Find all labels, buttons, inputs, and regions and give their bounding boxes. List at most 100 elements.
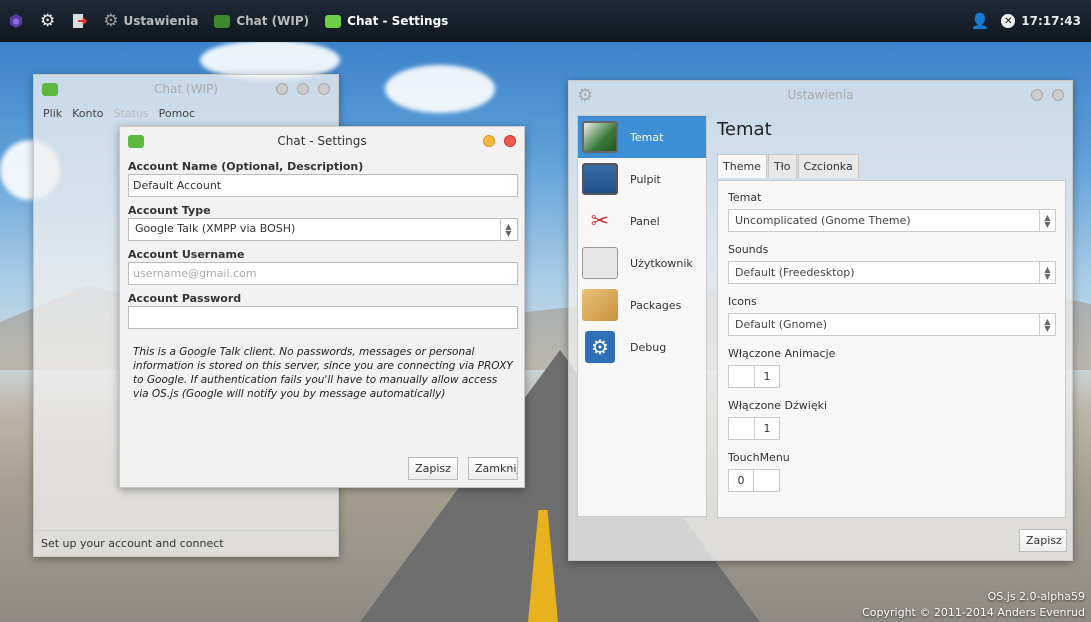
sidebar-item-label: Temat (630, 130, 664, 144)
sidebar-item-packages[interactable]: Packages (578, 284, 706, 326)
menu-status[interactable]: Status (114, 107, 149, 120)
window-titlebar[interactable]: Chat (WIP) (34, 75, 338, 103)
copyright-text: Copyright © 2011-2014 Anders Evenrud (862, 606, 1085, 619)
account-name-input[interactable] (128, 174, 518, 197)
account-type-label: Account Type (128, 204, 211, 217)
animations-label: Włączone Animacje (728, 347, 836, 360)
select-arrows-icon: ▲ ▼ (1039, 314, 1055, 335)
sidebar-item-label: Packages (630, 298, 682, 312)
icons-select[interactable]: Default (Gnome) ▲ ▼ (728, 313, 1056, 336)
window-title: Ustawienia (787, 88, 854, 102)
debug-icon: ⚙ (585, 331, 615, 363)
clock[interactable]: 17:17:43 (1021, 14, 1081, 28)
minimize-button[interactable] (483, 135, 495, 147)
close-circle-icon[interactable]: ✕ (1001, 14, 1016, 28)
theme-icon (582, 121, 618, 153)
tab-theme[interactable]: Theme (717, 154, 767, 178)
taskbar-label: Chat - Settings (347, 14, 449, 28)
info-text: This is a Google Talk client. No passwor… (133, 346, 513, 400)
theme-select[interactable]: Uncomplicated (Gnome Theme) ▲ ▼ (728, 209, 1056, 232)
theme-tab-panel: Temat Uncomplicated (Gnome Theme) ▲ ▼ Sou… (717, 180, 1066, 518)
window-title: Chat - Settings (277, 134, 367, 148)
sidebar-item-uzytkownik[interactable]: Użytkownik (578, 242, 706, 284)
account-name-label: Account Name (Optional, Description) (128, 160, 364, 173)
minimize-button[interactable] (276, 83, 288, 95)
taskbar-label: Chat (WIP) (236, 14, 310, 28)
osjs-logo-icon (10, 14, 22, 28)
toggle-off-side (729, 418, 754, 439)
taskbar-item-ustawienia[interactable]: ⚙ Ustawienia (95, 0, 206, 42)
sounds-select[interactable]: Default (Freedesktop) ▲ ▼ (728, 261, 1056, 284)
toggle-value: 1 (753, 418, 779, 439)
sidebar-item-pulpit[interactable]: Pulpit (578, 158, 706, 200)
panel-icon: ✂ (590, 208, 610, 234)
password-label: Account Password (128, 292, 242, 305)
chat-icon (214, 14, 231, 28)
user-icon[interactable]: 👤 (971, 12, 990, 30)
settings-window[interactable]: ⚙ Ustawienia Temat Pulpit ✂ Panel Użytko… (568, 80, 1073, 561)
logout-icon (73, 14, 88, 28)
chat-icon (128, 134, 144, 148)
window-titlebar[interactable]: ⚙ Ustawienia (569, 81, 1072, 109)
version-text: OS.js 2.0-alpha59 (987, 590, 1085, 603)
account-type-value: Google Talk (XMPP via BOSH) (128, 218, 518, 241)
save-button[interactable]: Zapisz (408, 457, 458, 480)
toggle-value: 0 (729, 470, 755, 491)
minimize-button[interactable] (1031, 89, 1043, 101)
menu-konto[interactable]: Konto (72, 107, 103, 120)
taskbar-item-chat-wip[interactable]: Chat (WIP) (206, 0, 317, 42)
sounds-enabled-toggle[interactable]: 1 (728, 417, 780, 440)
settings-launcher[interactable]: ⚙ (32, 0, 63, 42)
user-icon (582, 247, 618, 279)
page-title: Temat (717, 119, 772, 140)
sidebar-item-temat[interactable]: Temat (578, 116, 706, 158)
animations-toggle[interactable]: 1 (728, 365, 780, 388)
account-type-select[interactable]: Google Talk (XMPP via BOSH) ▲ ▼ (128, 218, 518, 241)
account-form: Account Name (Optional, Description) Acc… (120, 155, 524, 405)
settings-sidebar: Temat Pulpit ✂ Panel Użytkownik Packages… (577, 115, 707, 517)
sidebar-item-label: Pulpit (630, 172, 661, 186)
sounds-select-value: Default (Freedesktop) (735, 266, 855, 279)
gear-icon: ⚙ (40, 11, 56, 31)
window-titlebar[interactable]: Chat - Settings (120, 127, 524, 155)
sounds-label: Sounds (728, 243, 769, 256)
username-input[interactable] (128, 262, 518, 285)
chat-icon (42, 82, 58, 96)
theme-select-value: Uncomplicated (Gnome Theme) (735, 214, 911, 227)
sidebar-item-debug[interactable]: ⚙ Debug (578, 326, 706, 368)
touchmenu-label: TouchMenu (728, 451, 790, 464)
close-button[interactable] (1052, 89, 1064, 101)
menu-plik[interactable]: Plik (43, 107, 62, 120)
chat-settings-window[interactable]: Chat - Settings Account Name (Optional, … (119, 126, 525, 488)
menubar: Plik Konto Status Pomoc (34, 103, 338, 124)
menu-pomoc[interactable]: Pomoc (159, 107, 195, 120)
top-panel: ⚙ ⚙ Ustawienia Chat (WIP) Chat - Setting… (0, 0, 1091, 42)
logout-launcher[interactable] (63, 0, 95, 42)
touchmenu-toggle[interactable]: 0 (728, 469, 780, 492)
theme-label: Temat (728, 191, 762, 204)
maximize-button[interactable] (297, 83, 309, 95)
sidebar-item-panel[interactable]: ✂ Panel (578, 200, 706, 242)
taskbar-label: Ustawienia (123, 14, 199, 28)
menu-button[interactable] (0, 0, 32, 42)
close-button[interactable] (504, 135, 516, 147)
select-arrows-icon: ▲ ▼ (500, 218, 516, 241)
toggle-value: 1 (753, 366, 779, 387)
select-arrows-icon: ▲ ▼ (1039, 262, 1055, 283)
close-dialog-button[interactable]: Zamknij (468, 457, 518, 480)
desktop-icon (582, 163, 618, 195)
tab-tlo[interactable]: Tło (767, 154, 797, 178)
select-arrows-icon: ▲ ▼ (1039, 210, 1055, 231)
icons-select-value: Default (Gnome) (735, 318, 827, 331)
sounds-enabled-label: Włączone Dźwięki (728, 399, 828, 412)
sidebar-item-label: Panel (630, 214, 660, 228)
tab-czcionka[interactable]: Czcionka (797, 154, 859, 178)
password-input[interactable] (128, 306, 518, 329)
save-settings-button[interactable]: Zapisz (1019, 529, 1067, 552)
taskbar-item-chat-settings[interactable]: Chat - Settings (317, 0, 456, 42)
tab-bar: Theme Tło Czcionka (717, 154, 860, 178)
gear-icon: ⚙ (577, 84, 594, 106)
chat-icon (325, 14, 342, 28)
cloud (385, 65, 495, 113)
close-button[interactable] (318, 83, 330, 95)
